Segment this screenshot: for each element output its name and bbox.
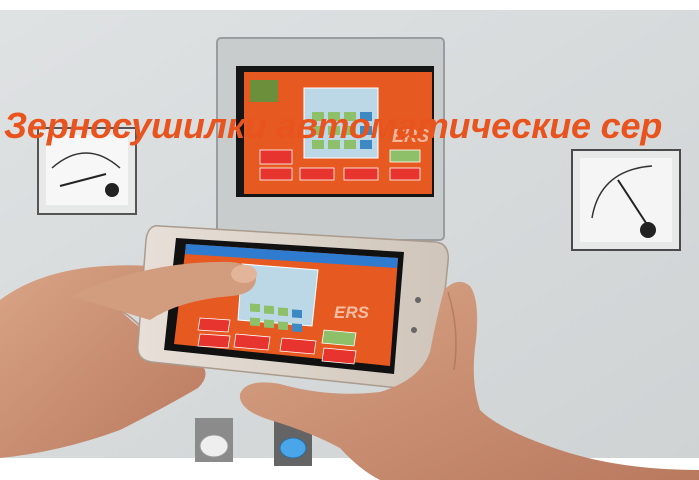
right-analog-meter: [571, 149, 681, 251]
phone-brand-text: ERS: [334, 303, 370, 322]
smartphone: ERS: [137, 225, 449, 391]
photo-scene: ERS ERS: [0, 0, 699, 480]
overlay-title: Зерносушилки автоматические сер: [4, 105, 663, 146]
